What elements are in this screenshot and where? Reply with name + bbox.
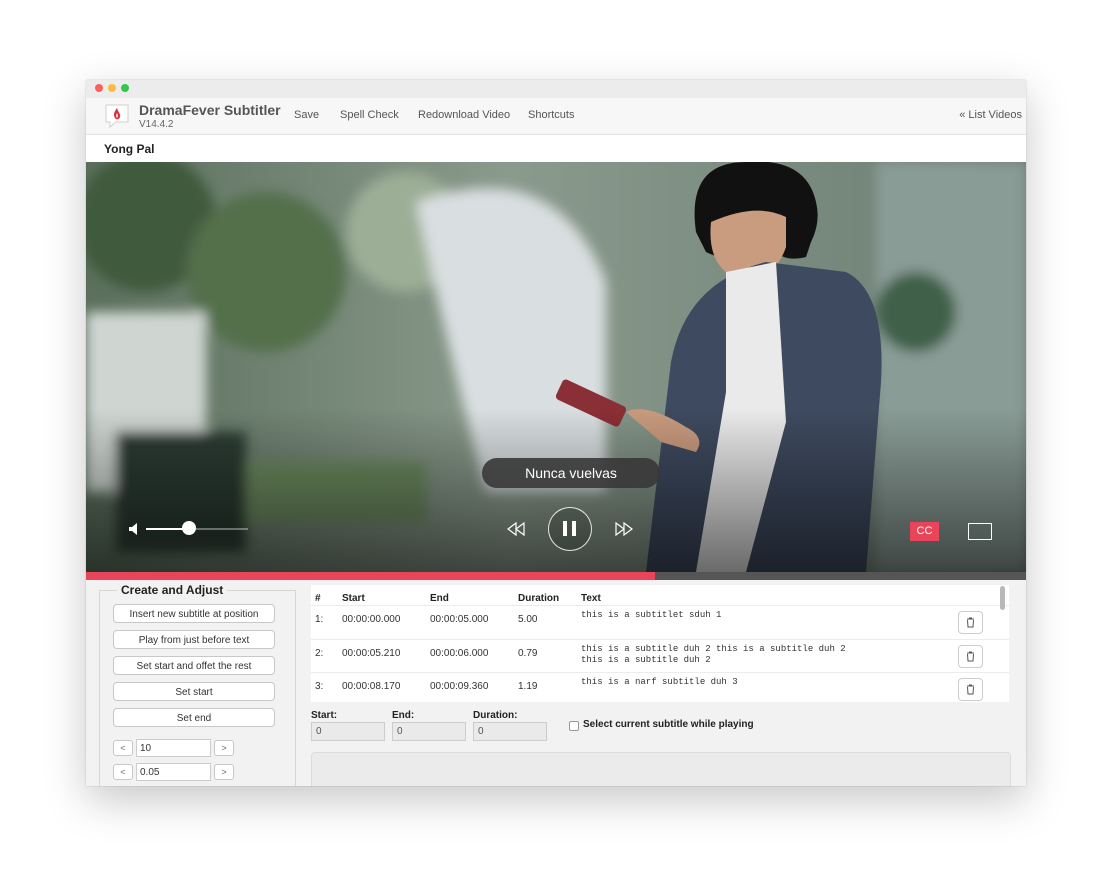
playback-progress-fill <box>86 572 655 580</box>
app-logo-icon <box>105 104 129 129</box>
show-header: Yong Pal <box>86 135 1026 162</box>
nudge-step-input[interactable] <box>136 763 211 781</box>
closed-captions-button[interactable]: CC <box>910 522 939 541</box>
table-row[interactable]: 2: 00:00:05.210 00:00:06.000 0.79 this i… <box>311 639 1009 673</box>
video-player[interactable]: Nunca vuelvas CC <box>86 162 1026 572</box>
zoom-window-button[interactable] <box>121 84 129 92</box>
fullscreen-icon[interactable] <box>968 523 992 540</box>
subtitle-text-editor[interactable] <box>311 752 1011 786</box>
row-text[interactable]: this is a narf subtitle duh 3 <box>581 677 738 688</box>
seek-step-input[interactable] <box>136 739 211 757</box>
app-version: V14.4.2 <box>139 119 174 130</box>
row-number: 1: <box>315 614 324 625</box>
column-header-text: Text <box>581 593 601 604</box>
trash-icon <box>967 651 974 662</box>
toolbar: DramaFever Subtitler V14.4.2 Save Spell … <box>86 98 1026 135</box>
row-number: 2: <box>315 648 324 659</box>
redownload-video-menu-item[interactable]: Redownload Video <box>418 109 510 121</box>
set-start-offset-button[interactable]: Set start and offet the rest <box>113 656 275 675</box>
row-start: 00:00:05.210 <box>342 648 401 659</box>
column-header-num: # <box>315 593 321 604</box>
play-before-text-button[interactable]: Play from just before text <box>113 630 275 649</box>
show-title: Yong Pal <box>104 142 155 156</box>
end-label: End: <box>392 710 415 721</box>
delete-row-button[interactable] <box>958 645 983 668</box>
delete-row-button[interactable] <box>958 678 983 701</box>
row-text-line: this is a subtitlet sduh 1 <box>581 610 722 620</box>
duration-field[interactable] <box>473 722 547 741</box>
app-window: DramaFever Subtitler V14.4.2 Save Spell … <box>86 80 1026 786</box>
subtitle-caption: Nunca vuelvas <box>482 458 660 488</box>
row-duration: 1.19 <box>518 681 538 692</box>
row-start: 00:00:00.000 <box>342 614 401 625</box>
volume-icon[interactable] <box>128 523 140 535</box>
column-header-end: End <box>430 593 449 604</box>
trash-icon <box>967 684 974 695</box>
close-window-button[interactable] <box>95 84 103 92</box>
app-name: DramaFever Subtitler <box>139 102 281 118</box>
row-text-line: this is a narf subtitle duh 3 <box>581 677 738 687</box>
set-end-button[interactable]: Set end <box>113 708 275 727</box>
row-end: 00:00:05.000 <box>430 614 489 625</box>
row-duration: 5.00 <box>518 614 538 625</box>
column-header-duration: Duration <box>518 593 560 604</box>
row-text[interactable]: this is a subtitlet sduh 1 <box>581 610 721 621</box>
start-label: Start: <box>311 710 338 721</box>
playback-progress-bar[interactable] <box>86 572 1026 580</box>
volume-thumb[interactable] <box>181 521 196 535</box>
subtitle-table: # Start End Duration Text 1: 00:00:00.00… <box>311 585 1009 702</box>
start-field[interactable] <box>311 722 385 741</box>
table-row[interactable]: 1: 00:00:00.000 00:00:05.000 5.00 this i… <box>311 605 1009 639</box>
set-start-button[interactable]: Set start <box>113 682 275 701</box>
seek-step-decrease-button[interactable]: < <box>113 740 133 756</box>
pause-icon <box>563 521 567 536</box>
select-current-checkbox[interactable] <box>569 721 579 731</box>
delete-row-button[interactable] <box>958 611 983 634</box>
nudge-step-decrease-button[interactable]: < <box>113 764 133 780</box>
fast-forward-icon[interactable] <box>615 522 633 536</box>
row-text-line: this is a subtitle duh 2 <box>581 655 711 665</box>
pause-icon <box>572 521 576 536</box>
table-scrollbar[interactable] <box>998 586 1008 700</box>
row-start: 00:00:08.170 <box>342 681 401 692</box>
column-header-start: Start <box>342 593 365 604</box>
row-end: 00:00:06.000 <box>430 648 489 659</box>
row-text-line: this is a subtitle duh 2 this is a subti… <box>581 644 846 654</box>
seek-step-increase-button[interactable]: > <box>214 740 234 756</box>
select-current-label: Select current subtitle while playing <box>583 719 754 730</box>
row-number: 3: <box>315 681 324 692</box>
rewind-icon[interactable] <box>507 522 525 536</box>
create-adjust-title: Create and Adjust <box>117 583 228 597</box>
table-row[interactable]: 3: 00:00:08.170 00:00:09.360 1.19 this i… <box>311 672 1009 702</box>
duration-label: Duration: <box>473 710 518 721</box>
list-videos-link[interactable]: « List Videos <box>959 109 1022 121</box>
editor-panel: Create and Adjust Insert new subtitle at… <box>86 580 1026 786</box>
scrollbar-thumb[interactable] <box>1000 586 1005 610</box>
insert-subtitle-button[interactable]: Insert new subtitle at position <box>113 604 275 623</box>
minimize-window-button[interactable] <box>108 84 116 92</box>
volume-slider[interactable] <box>146 528 248 530</box>
end-field[interactable] <box>392 722 466 741</box>
row-end: 00:00:09.360 <box>430 681 489 692</box>
row-duration: 0.79 <box>518 648 538 659</box>
spell-check-menu-item[interactable]: Spell Check <box>340 109 399 121</box>
shortcuts-menu-item[interactable]: Shortcuts <box>528 109 574 121</box>
trash-icon <box>967 617 974 628</box>
nudge-step-increase-button[interactable]: > <box>214 764 234 780</box>
title-bar <box>86 80 1026 98</box>
save-menu-item[interactable]: Save <box>294 109 319 121</box>
row-text[interactable]: this is a subtitle duh 2 this is a subti… <box>581 644 846 666</box>
pause-button[interactable] <box>548 507 592 551</box>
